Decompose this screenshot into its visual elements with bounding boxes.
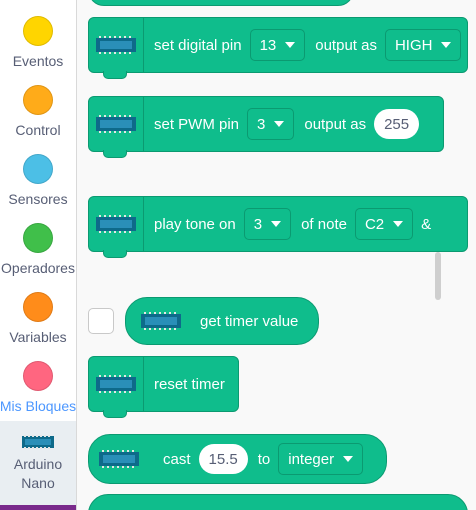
- control-color-icon: [23, 85, 53, 115]
- play-tone-block[interactable]: play tone on 3 of note C2 &: [88, 196, 468, 258]
- block-label: of note: [301, 215, 347, 233]
- chevron-down-icon: [285, 42, 296, 48]
- type-value: integer: [288, 450, 335, 468]
- operadores-color-icon: [23, 223, 53, 253]
- sidebar-bottom-bar: [0, 505, 76, 510]
- mis-bloques-color-icon: [23, 361, 53, 391]
- pin-value: 13: [259, 36, 277, 54]
- chevron-down-icon: [271, 221, 282, 227]
- arduino-nano-board-icon: [126, 298, 196, 344]
- pin-dropdown[interactable]: 13: [249, 29, 306, 61]
- cast-value-input[interactable]: 15.5: [198, 444, 248, 474]
- partial-block-bottom[interactable]: [88, 494, 468, 510]
- category-sensores[interactable]: Sensores: [0, 154, 76, 207]
- palette-scrollbar[interactable]: [435, 252, 441, 300]
- arduino-nano-board-icon: [89, 357, 144, 411]
- category-label: Control: [15, 122, 61, 138]
- category-label: Sensores: [8, 191, 68, 207]
- set-digital-pin-block[interactable]: set digital pin 13 output as HIGH: [88, 17, 468, 79]
- pin-value: 3: [257, 115, 266, 133]
- category-control[interactable]: Control: [0, 85, 76, 138]
- arduino-nano-board-icon: [89, 435, 149, 483]
- category-label: Mis Bloques: [0, 398, 77, 414]
- category-label: Variables: [9, 329, 67, 345]
- cast-block[interactable]: cast 15.5 to integer: [88, 434, 387, 484]
- category-label: Arduino Nano: [0, 455, 76, 493]
- block-label: set PWM pin: [154, 115, 240, 133]
- block-label: reset timer: [154, 375, 225, 393]
- chevron-down-icon: [274, 121, 285, 127]
- eventos-color-icon: [23, 16, 53, 46]
- pin-dropdown[interactable]: 3: [243, 208, 292, 240]
- level-value: HIGH: [394, 36, 433, 54]
- variables-color-icon: [23, 292, 53, 322]
- block-label: output as: [304, 115, 367, 133]
- pwm-value-input[interactable]: 255: [374, 109, 420, 139]
- block-palette: set digital pin 13 output as HIGH set PW…: [77, 0, 476, 510]
- arduino-nano-board-icon: [22, 435, 54, 449]
- block-label: get timer value: [200, 312, 299, 330]
- timer-value-checkbox[interactable]: [88, 308, 114, 334]
- block-label: to: [257, 450, 271, 468]
- category-sidebar: Eventos Control Sensores Operadores Vari…: [0, 0, 77, 510]
- palette-right-edge: [469, 0, 476, 510]
- category-operadores[interactable]: Operadores: [0, 223, 76, 276]
- block-label: play tone on: [154, 215, 236, 233]
- chevron-down-icon: [441, 42, 452, 48]
- pin-value: 3: [253, 215, 263, 233]
- partial-block-top[interactable]: [88, 0, 354, 6]
- category-variables[interactable]: Variables: [0, 292, 76, 345]
- extension-label-line2: Nano: [21, 475, 55, 491]
- category-eventos[interactable]: Eventos: [0, 16, 76, 69]
- level-dropdown[interactable]: HIGH: [384, 29, 462, 61]
- category-label: Eventos: [12, 53, 64, 69]
- arduino-nano-board-icon: [89, 97, 144, 151]
- type-dropdown[interactable]: integer: [278, 443, 364, 475]
- arduino-nano-board-icon: [89, 197, 144, 251]
- block-label: cast: [163, 450, 191, 468]
- reset-timer-block[interactable]: reset timer: [88, 356, 239, 418]
- chevron-down-icon: [393, 221, 404, 227]
- note-dropdown[interactable]: C2: [354, 208, 414, 240]
- block-label: set digital pin: [154, 36, 242, 54]
- category-label: Operadores: [1, 260, 75, 276]
- block-label: output as: [315, 36, 377, 54]
- pin-dropdown[interactable]: 3: [247, 108, 295, 140]
- extension-label-line1: Arduino: [13, 456, 63, 472]
- arduino-nano-board-icon: [89, 18, 144, 72]
- category-mis-bloques[interactable]: Mis Bloques: [0, 361, 76, 414]
- block-label: &: [421, 215, 432, 233]
- category-arduino-nano[interactable]: Arduino Nano: [0, 421, 76, 505]
- set-pwm-pin-block[interactable]: set PWM pin 3 output as 255: [88, 96, 444, 158]
- get-timer-value-block[interactable]: get timer value: [125, 297, 319, 345]
- note-value: C2: [364, 215, 385, 233]
- chevron-down-icon: [343, 456, 354, 462]
- sensores-color-icon: [23, 154, 53, 184]
